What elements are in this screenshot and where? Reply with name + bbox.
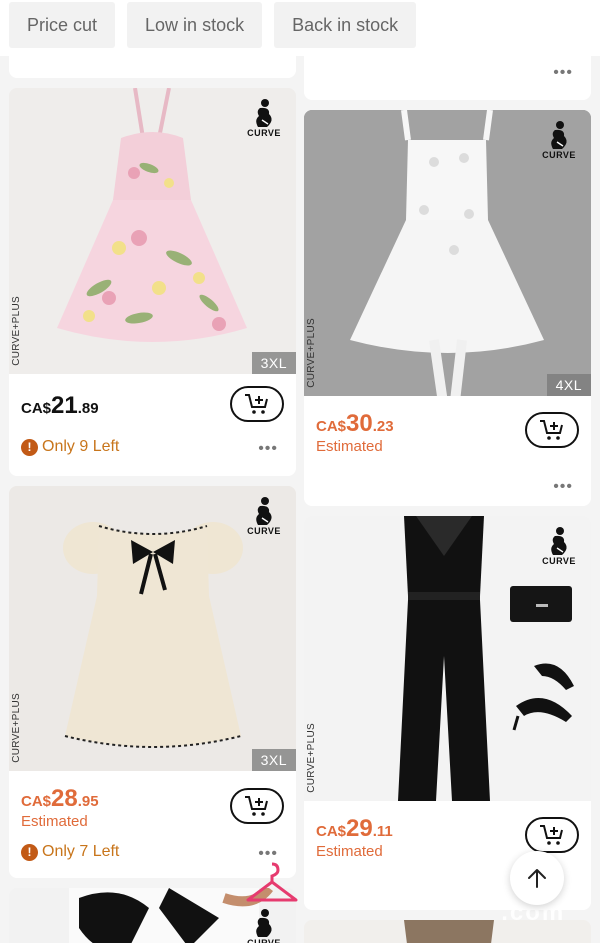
price-currency: CA$ [21, 400, 52, 417]
price-decimal: .23 [372, 418, 394, 435]
low-stock-notice: ! Only 7 Left [21, 843, 119, 861]
product-image[interactable]: CURVE CURVE+PLUS 3XL [9, 88, 296, 374]
curve-badge-text: CURVE [247, 526, 281, 536]
curve-plus-label: CURVE+PLUS [11, 296, 22, 366]
more-options-icon[interactable]: ••• [258, 846, 278, 862]
more-options-icon[interactable]: ••• [553, 65, 573, 81]
add-to-cart-button[interactable] [525, 817, 579, 853]
product-image[interactable]: CURVE CURVE+PLUS 3XL [9, 486, 296, 771]
size-badge: 3XL [251, 749, 296, 771]
product-info: CA$ 30 .23 Estimated ••• [304, 396, 591, 506]
product-price: CA$ 28 .95 [21, 785, 99, 813]
stock-text: Only 7 Left [42, 843, 120, 860]
price-decimal: .95 [77, 793, 99, 810]
product-card[interactable]: CURVE CURVE+PLUS 3XL CA$ 28 .95 Estimate… [9, 486, 296, 878]
size-badge: 3XL [251, 352, 296, 374]
curve-plus-label: CURVE+PLUS [306, 318, 317, 388]
low-stock-notice: ! Only 9 Left [21, 438, 119, 456]
curve-brand-badge: CURVE [244, 98, 284, 142]
price-integer: 29 [346, 815, 373, 842]
curve-brand-badge: CURVE [539, 526, 579, 570]
price-currency: CA$ [316, 823, 347, 840]
product-image[interactable]: CURVE CURVE+PLUS 4XL [304, 110, 591, 396]
chip-label: Price cut [27, 14, 98, 35]
curve-silhouette-icon [256, 99, 272, 127]
more-options-icon[interactable]: ••• [553, 479, 573, 495]
filter-chip-back-in-stock[interactable]: Back in stock [274, 2, 417, 48]
product-card[interactable]: CURVE CURVE+PLUS 4XL CA$ 30 .23 Estimate… [304, 110, 591, 506]
product-image[interactable]: CURVE CURVE+PLUS [304, 516, 591, 801]
estimated-label: Estimated [316, 438, 383, 455]
curve-badge-text: CURVE [542, 556, 576, 566]
curve-silhouette-icon [551, 121, 567, 149]
price-decimal: .11 [372, 823, 393, 840]
product-card[interactable]: CURVE CURVE+PLUS CA$ 29 .11 Estimated [304, 516, 591, 910]
more-options-icon[interactable]: ••• [258, 441, 278, 457]
warning-icon: ! [21, 438, 38, 456]
filter-chip-bar: Price cut Low in stock Back in stock [0, 0, 600, 56]
chip-label: Back in stock [292, 14, 399, 35]
curve-silhouette-icon [256, 497, 272, 525]
product-price: CA$ 30 .23 [316, 410, 394, 438]
product-feed: Price cut Low in stock Back in stock CUR… [0, 0, 600, 943]
product-price: CA$ 21 .89 [21, 392, 99, 420]
add-to-cart-icon [245, 796, 268, 816]
warning-icon: ! [21, 843, 38, 861]
estimated-label: Estimated [316, 843, 383, 860]
add-to-cart-icon [540, 420, 563, 440]
size-badge: 4XL [546, 374, 591, 396]
curve-badge-text: CURVE [247, 128, 281, 138]
curve-plus-label: CURVE+PLUS [306, 723, 317, 793]
price-integer: 21 [51, 392, 78, 419]
hanger-icon[interactable] [244, 860, 300, 921]
add-to-cart-button[interactable] [230, 386, 284, 422]
back-to-top-button[interactable] [510, 851, 564, 905]
estimated-label: Estimated [21, 813, 88, 830]
product-price: CA$ 29 .11 [316, 815, 393, 843]
product-card[interactable]: CURVE CURVE+PLUS 3XL CA$ 21 .89 ! Only 9… [9, 88, 296, 476]
add-to-cart-icon [245, 394, 268, 414]
product-info: CA$ 21 .89 ! Only 9 Left ••• [9, 374, 296, 476]
hanger-graphic [246, 862, 298, 902]
stock-text: Only 9 Left [42, 438, 120, 455]
price-currency: CA$ [316, 418, 347, 435]
price-integer: 28 [51, 785, 78, 812]
curve-badge-text: CURVE [542, 150, 576, 160]
arrow-up-icon [528, 869, 546, 888]
curve-plus-label: CURVE+PLUS [11, 693, 22, 763]
price-integer: 30 [346, 410, 373, 437]
filter-chip-price-cut[interactable]: Price cut [9, 2, 116, 48]
chip-label: Low in stock [145, 14, 245, 35]
curve-badge-text: CURVE [247, 938, 281, 943]
price-decimal: .89 [77, 400, 99, 417]
curve-brand-badge: CURVE [539, 120, 579, 164]
price-currency: CA$ [21, 793, 52, 810]
filter-chip-low-in-stock[interactable]: Low in stock [127, 2, 263, 48]
curve-silhouette-icon [551, 527, 567, 555]
add-to-cart-button[interactable] [230, 788, 284, 824]
curve-brand-badge: CURVE [244, 496, 284, 540]
add-to-cart-icon [540, 825, 563, 845]
add-to-cart-button[interactable] [525, 412, 579, 448]
